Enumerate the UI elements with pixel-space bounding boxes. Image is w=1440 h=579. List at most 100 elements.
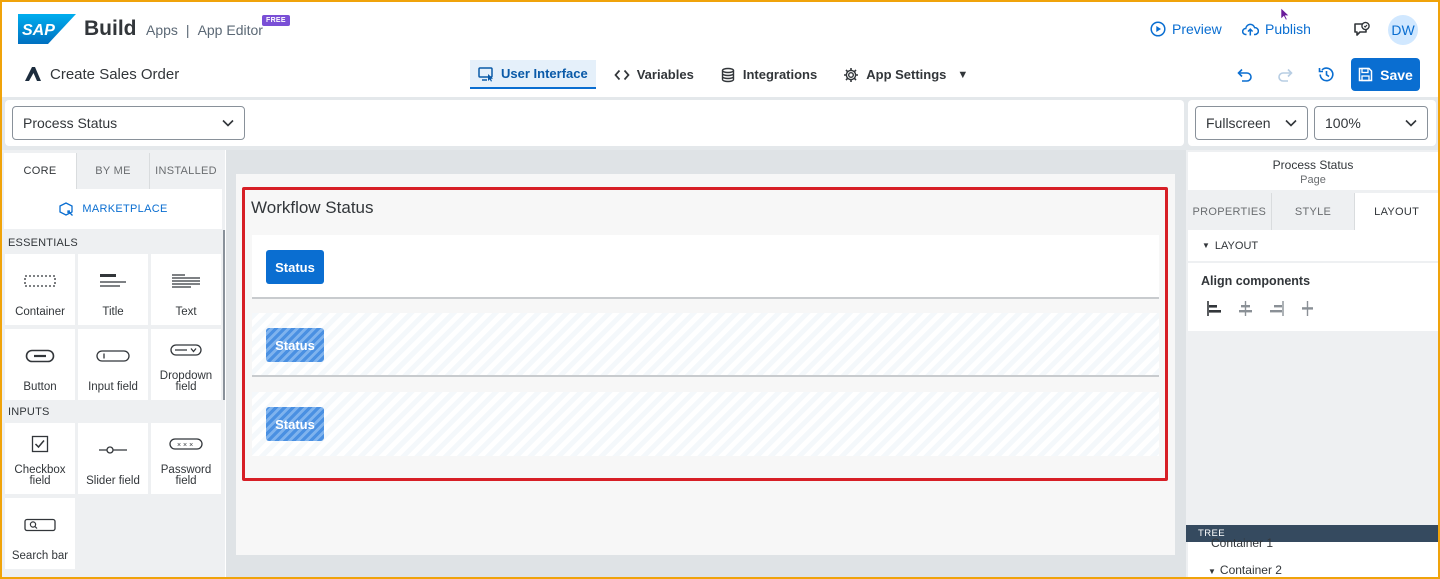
caret-down-icon: ▼: [1202, 241, 1210, 250]
redo-icon[interactable]: [1277, 66, 1295, 84]
palette-item-slider-field[interactable]: Slider field: [78, 423, 148, 494]
palette-item-label: Search bar: [11, 550, 69, 562]
palette-item-checkbox-field[interactable]: Checkbox field: [5, 423, 75, 494]
selected-page-name: Process Status: [1272, 158, 1354, 172]
monitor-cursor-icon: [478, 66, 493, 82]
app-logo-icon: [25, 67, 41, 81]
mouse-pointer-icon: [1280, 7, 1290, 21]
palette-item-label: Container: [15, 306, 65, 318]
tree-item-container-1[interactable]: Container 1: [1211, 536, 1273, 550]
marketplace-button[interactable]: MARKETPLACE: [4, 189, 222, 229]
palette-item-title[interactable]: Title: [78, 254, 148, 325]
inputs-heading: INPUTS: [8, 406, 50, 418]
palette-item-input-field[interactable]: Input field: [78, 329, 148, 400]
caret-down-icon: ▼: [1208, 567, 1216, 576]
code-brackets-icon: [614, 69, 630, 80]
palette-item-search-bar[interactable]: Search bar: [5, 498, 75, 569]
caret-down-icon: ▼: [957, 68, 969, 81]
database-icon: [721, 67, 735, 82]
screen-size-select[interactable]: Fullscreen: [1195, 106, 1308, 140]
align-center-icon[interactable]: [1237, 300, 1254, 317]
marketplace-label: MARKETPLACE: [82, 203, 168, 215]
search-bar-icon: [24, 518, 56, 531]
properties-tabs: PROPERTIES STYLE LAYOUT: [1188, 193, 1439, 230]
palette-item-password-field[interactable]: × × × Password field: [151, 423, 221, 494]
marketplace-icon: [59, 202, 74, 216]
tab-style[interactable]: STYLE: [1270, 193, 1355, 230]
tab-integrations[interactable]: Integrations: [712, 60, 825, 89]
palette-item-label: Password field: [160, 464, 212, 487]
palette-item-container[interactable]: Container: [5, 254, 75, 325]
password-field-icon: × × ×: [169, 438, 203, 450]
gear-icon: [844, 67, 859, 82]
chevron-down-icon: [1405, 119, 1417, 127]
layout-section-toggle[interactable]: ▼ LAYOUT: [1188, 230, 1438, 262]
zoom-select[interactable]: 100%: [1314, 106, 1428, 140]
user-avatar[interactable]: DW: [1388, 15, 1418, 45]
selected-page-type: Page: [1300, 174, 1326, 186]
sap-logo[interactable]: SAP: [18, 14, 76, 44]
publish-button[interactable]: Publish: [1242, 21, 1311, 37]
tab-variables-label: Variables: [636, 67, 694, 82]
chevron-down-icon: [222, 119, 234, 127]
align-right-icon[interactable]: [1268, 300, 1285, 317]
title-icon: [100, 273, 126, 287]
tab-installed[interactable]: INSTALLED: [149, 153, 222, 189]
save-disk-icon: [1358, 67, 1373, 82]
palette-item-label: Checkbox field: [14, 464, 66, 487]
palette-item-button[interactable]: Button: [5, 329, 75, 400]
palette-item-label: Slider field: [86, 475, 140, 487]
zoom-value: 100%: [1325, 115, 1361, 131]
palette-item-label: Input field: [88, 381, 138, 393]
preview-button[interactable]: Preview: [1150, 21, 1222, 37]
align-buttons: [1206, 300, 1316, 317]
distribute-icon[interactable]: [1299, 300, 1316, 317]
page-select-value: Process Status: [23, 115, 118, 131]
free-badge: FREE: [262, 15, 290, 26]
palette-item-text[interactable]: Text: [151, 254, 221, 325]
palette-item-label: Text: [175, 306, 197, 318]
tab-integrations-label: Integrations: [742, 67, 818, 82]
container-icon: [24, 274, 56, 287]
app-title: Create Sales Order: [50, 66, 180, 83]
screen-size-value: Fullscreen: [1206, 115, 1271, 131]
tab-app-settings[interactable]: App Settings ▼: [835, 60, 976, 89]
chevron-down-icon: [1285, 119, 1297, 127]
selected-page-header: Process Status Page: [1188, 152, 1438, 190]
feedback-icon[interactable]: [1352, 20, 1372, 40]
tab-layout[interactable]: LAYOUT: [1354, 193, 1439, 230]
checkbox-icon: [31, 435, 49, 453]
text-icon: [172, 273, 200, 288]
breadcrumb-apps[interactable]: Apps: [146, 22, 178, 38]
brand-title: Build: [84, 17, 137, 40]
tab-user-interface-label: User Interface: [501, 66, 588, 81]
tab-app-settings-label: App Settings: [866, 67, 947, 82]
tree-item-container-2[interactable]: ▼ Container 2: [1208, 563, 1282, 577]
align-left-icon[interactable]: [1206, 300, 1223, 317]
tab-by-me[interactable]: BY ME: [76, 153, 149, 189]
palette-item-dropdown-field[interactable]: Dropdown field: [151, 329, 221, 400]
publish-label: Publish: [1265, 21, 1311, 37]
tab-core[interactable]: CORE: [4, 153, 76, 189]
slider-icon: [99, 445, 127, 454]
dropdown-field-icon: [170, 344, 202, 356]
page-select[interactable]: Process Status: [12, 106, 245, 140]
save-label: Save: [1380, 66, 1413, 83]
essentials-heading: ESSENTIALS: [8, 237, 78, 249]
tab-user-interface[interactable]: User Interface: [470, 60, 596, 89]
palette-scrollbar[interactable]: [223, 230, 225, 400]
palette-item-label: Title: [102, 306, 124, 318]
undo-icon[interactable]: [1235, 66, 1253, 84]
tab-variables[interactable]: Variables: [606, 60, 702, 89]
palette-item-label: Button: [23, 381, 57, 393]
tab-properties[interactable]: PROPERTIES: [1188, 193, 1271, 230]
history-icon[interactable]: [1317, 65, 1336, 84]
svg-text:× × ×: × × ×: [177, 442, 193, 449]
align-components-label: Align components: [1201, 274, 1311, 288]
play-circle-icon: [1150, 21, 1166, 37]
save-button[interactable]: Save: [1351, 58, 1420, 91]
layout-section-label: LAYOUT: [1214, 239, 1259, 252]
selected-container-outline: [242, 187, 1168, 481]
preview-label: Preview: [1172, 21, 1222, 37]
button-icon: [25, 349, 55, 362]
